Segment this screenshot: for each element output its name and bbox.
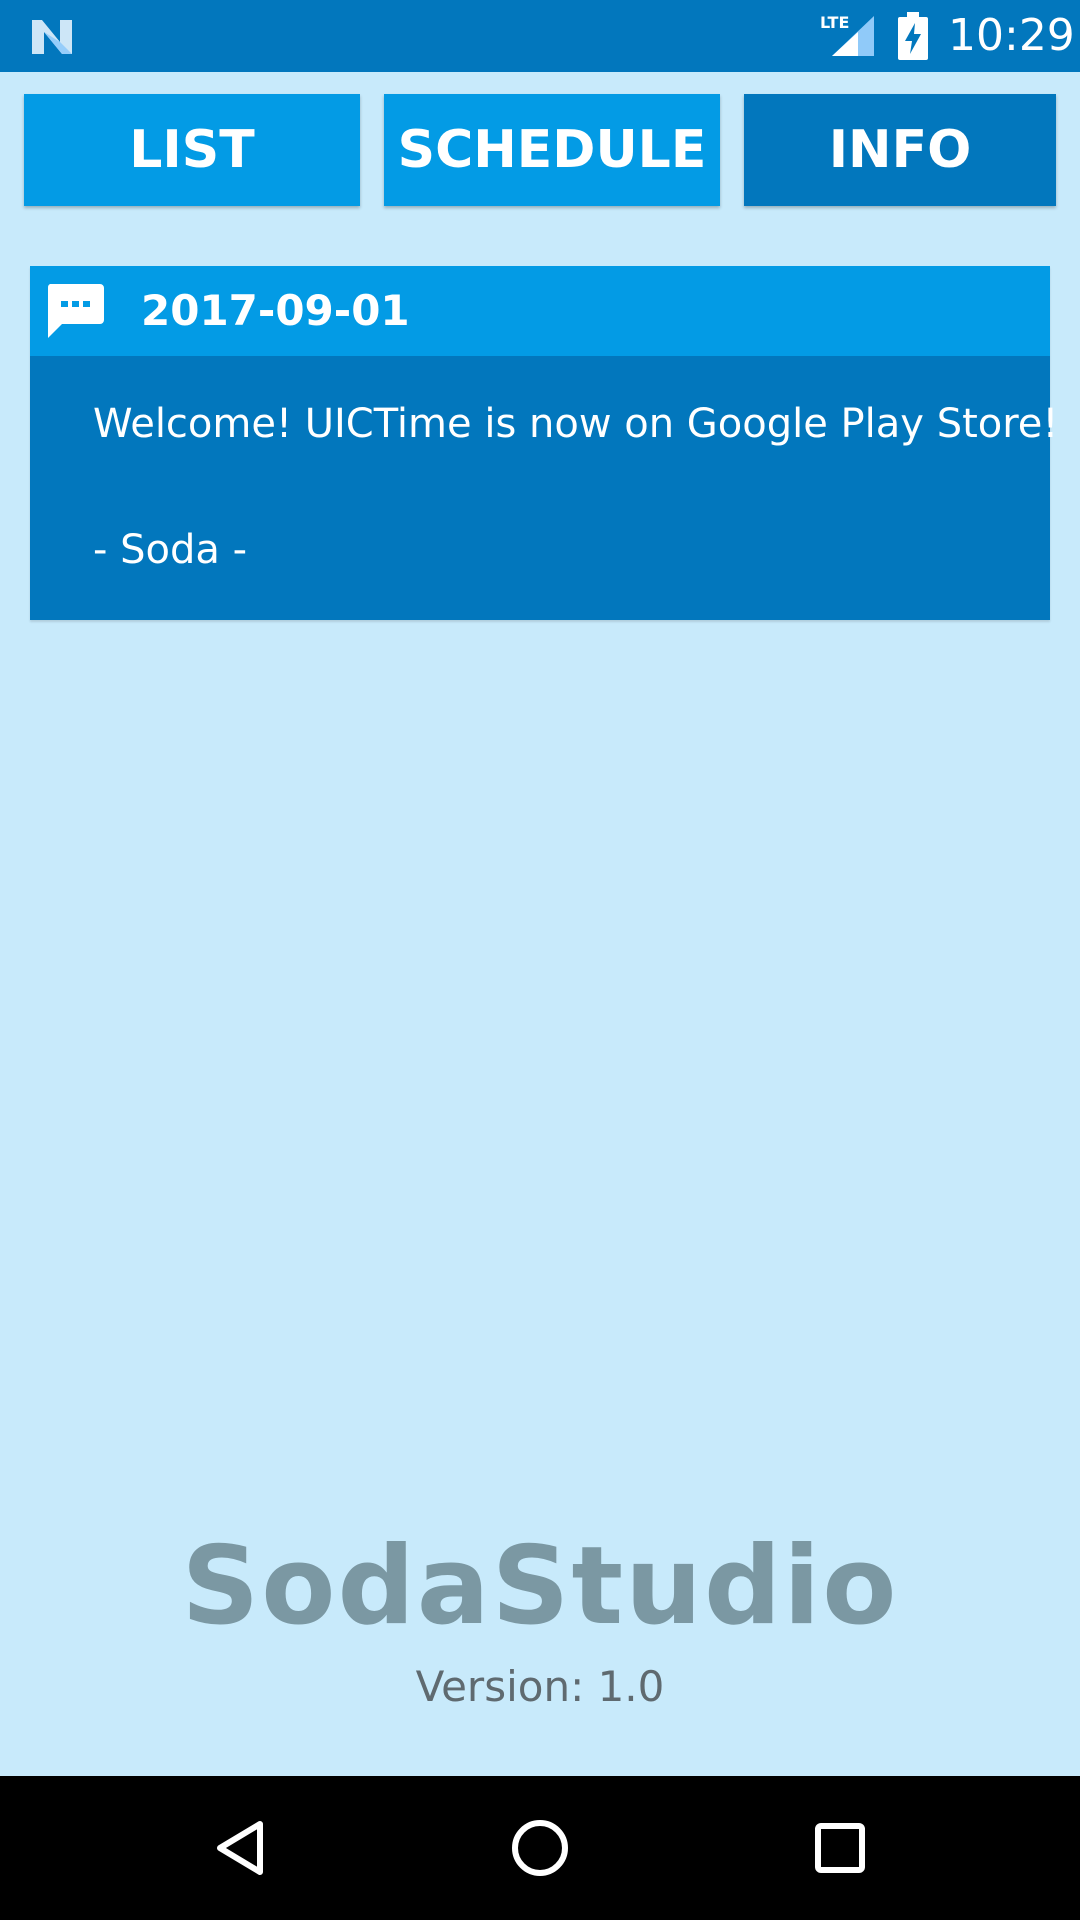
tab-schedule[interactable]: SCHEDULE <box>384 94 720 206</box>
home-button[interactable] <box>496 1804 584 1892</box>
recents-button[interactable] <box>796 1804 884 1892</box>
n-icon <box>32 20 72 54</box>
tab-list[interactable]: LIST <box>24 94 360 206</box>
network-label: LTE <box>820 13 849 32</box>
notice-date: 2017-09-01 <box>141 286 410 335</box>
brand-logo: SodaStudio <box>181 1524 899 1649</box>
home-icon <box>512 1820 568 1876</box>
lte-signal-icon: LTE <box>820 13 874 56</box>
status-time: 10:29 <box>948 10 1075 61</box>
version-label: Version: 1.0 <box>415 1662 665 1711</box>
battery-charging-icon <box>898 12 928 60</box>
message-icon <box>47 284 104 338</box>
notice-signature: - Soda - <box>93 527 248 573</box>
back-button[interactable] <box>196 1804 284 1892</box>
status-bar: LTE 10:29 <box>0 0 1080 72</box>
navigation-bar <box>0 1776 1080 1920</box>
notice-card-header: 2017-09-01 <box>30 266 1050 356</box>
notice-card: 2017-09-01 Welcome! UICTime is now on Go… <box>30 266 1058 620</box>
tab-info[interactable]: INFO <box>744 94 1056 206</box>
notice-message: Welcome! UICTime is now on Google Play S… <box>93 401 1059 447</box>
recents-icon <box>815 1823 865 1873</box>
back-icon <box>217 1821 263 1875</box>
